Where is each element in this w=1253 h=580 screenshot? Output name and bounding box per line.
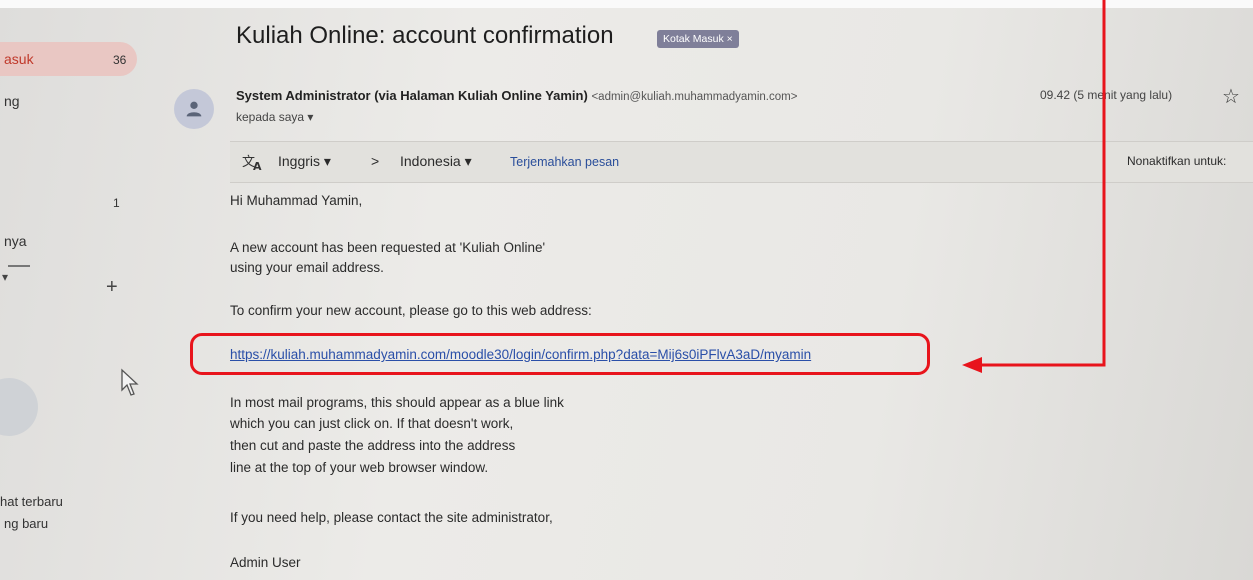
annotation-arrow: [962, 0, 1106, 373]
